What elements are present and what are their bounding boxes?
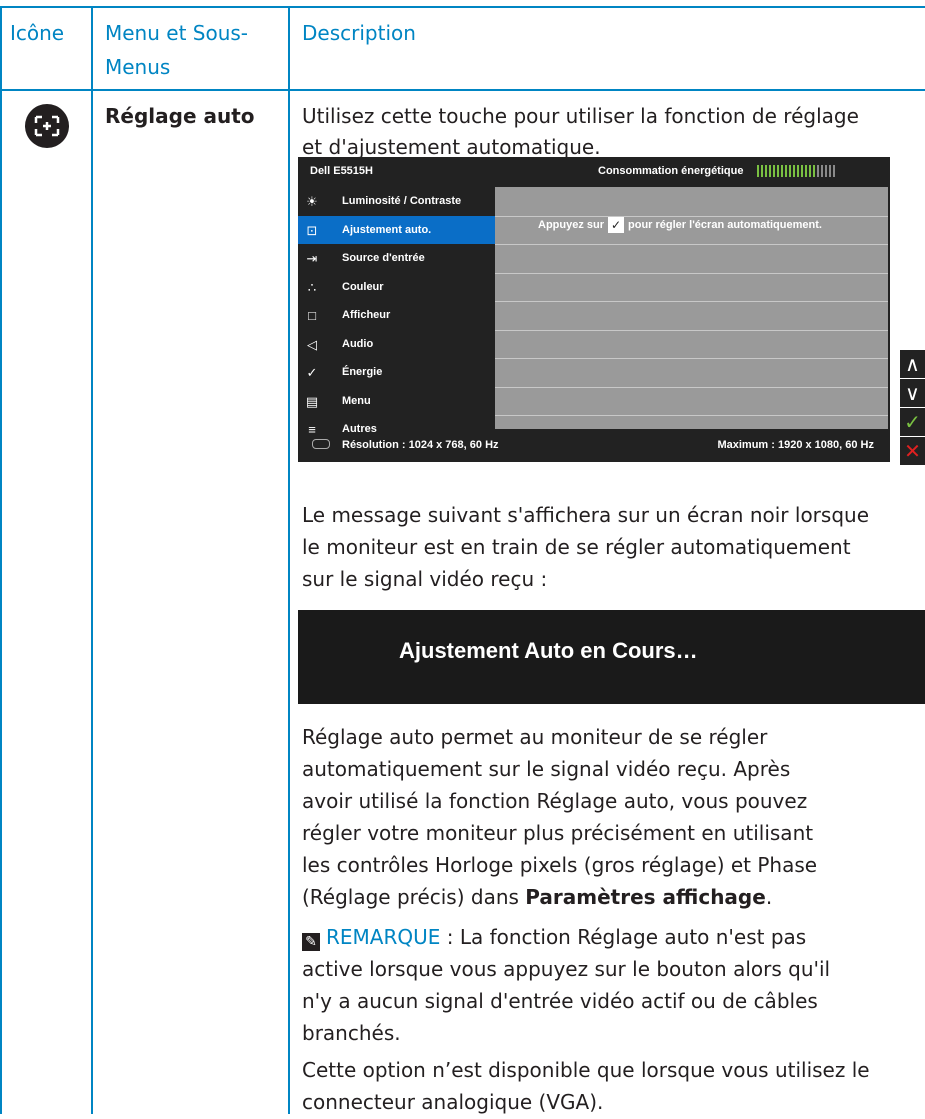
energy-bar-segment (773, 165, 775, 177)
message-text: Le message suivant s'affichera sur un éc… (302, 503, 869, 527)
osd-menu-item-label: Énergie (342, 366, 383, 378)
maximum-text: Maximum : 1920 x 1080, 60 Hz (717, 439, 874, 451)
osd-menu-item[interactable]: ⊡ Ajustement auto. (298, 215, 495, 244)
energy-bar-segment (777, 165, 779, 177)
energy-bar-segment (821, 165, 823, 177)
osd-panel-message: Appuyez sur ✓ pour régler l'écran automati… (538, 217, 822, 233)
message-box-text: Ajustement Auto en Cours… (399, 638, 698, 663)
osd-menu-item-label: Ajustement auto. (342, 223, 432, 236)
energy-bar-segment (781, 165, 783, 177)
osd-menu-item-label: Luminosité / Contraste (342, 195, 462, 207)
energy-bar-segment (757, 165, 759, 177)
osd-menu-item[interactable]: ≡ Autres (298, 415, 495, 444)
energy-bar-segment (801, 165, 803, 177)
energy-bar-segment (817, 165, 819, 177)
intro-text: Utilisez cette touche pour utiliser la f… (302, 104, 859, 128)
table-header-border (0, 89, 925, 91)
osd-panel-divider (495, 215, 888, 217)
note-text: ✎ REMARQUE : La fonction Réglage auto n'e… (302, 920, 806, 954)
energy-bar-segment (765, 165, 767, 177)
energy-bar-segment (789, 165, 791, 177)
message-text: le moniteur est en train de se régler au… (302, 535, 851, 559)
osd-menu-item-label: Source d'entrée (342, 252, 425, 264)
osd-panel-divider (495, 358, 888, 359)
check-icon: ✓ (608, 217, 625, 233)
brightness-icon: ☀ (306, 194, 318, 209)
close-icon[interactable]: ✕ (900, 437, 925, 465)
osd-panel-divider (495, 301, 888, 302)
osd-menu-item-label: Couleur (342, 280, 384, 293)
paragraph-text: Réglage auto permet au moniteur de se ré… (302, 725, 768, 749)
paragraph-text: avoir utilisé la fonction Réglage auto, … (302, 789, 808, 813)
osd-menu-item-label: Autres (342, 423, 377, 435)
energy-leaf-icon: ✓ (306, 365, 318, 380)
speaker-icon: ◁ (307, 336, 317, 352)
menu-label: Réglage auto (105, 104, 255, 128)
energy-bar-segment (825, 165, 827, 177)
energy-bar-segment (761, 165, 763, 177)
color-icon: ∴ (307, 279, 317, 295)
osd-energy-label: Consommation énergétique (598, 165, 744, 177)
energy-bar-segment (769, 165, 771, 177)
column-divider (288, 6, 290, 1114)
header-menu-cont: Menus (105, 55, 171, 79)
osd-menu-item[interactable]: ▤ Menu (298, 387, 495, 416)
paragraph-text: les contrôles Horloge pixels (gros régla… (302, 853, 818, 877)
osd-panel-divider (495, 415, 888, 416)
black-screen-message: Ajustement Auto en Cours… (298, 610, 925, 704)
input-source-icon: ⇥ (306, 251, 318, 266)
osd-panel-divider (495, 329, 888, 331)
others-icon: ≡ (308, 422, 316, 437)
settings-link-text: Paramètres affichage (525, 885, 766, 909)
osd-menu-item-label: Audio (342, 337, 374, 350)
chevron-up-icon[interactable]: ∧ (900, 350, 925, 378)
osd-panel-divider (495, 272, 888, 274)
energy-bar-segment (813, 165, 815, 177)
energy-bar-segment (785, 165, 787, 177)
osd-menu-item[interactable]: ✓ Énergie (298, 358, 495, 387)
paragraph-text: automatiquement sur le signal vidéo reçu… (302, 757, 791, 781)
osd-panel-divider (495, 244, 888, 245)
menu-icon: ▤ (305, 393, 319, 409)
note-pencil-icon: ✎ (302, 933, 320, 951)
note-text: branchés. (302, 1021, 401, 1045)
header-description: Description (302, 21, 416, 45)
osd-menu: Dell E5515H Consommation énergétique App… (298, 157, 890, 462)
osd-menu-item[interactable]: ☀ Luminosité / Contraste (298, 187, 495, 216)
osd-panel-divider (495, 386, 888, 388)
header-icon: Icône (10, 21, 65, 45)
chevron-down-icon[interactable]: ∨ (900, 379, 925, 407)
energy-meter (757, 165, 835, 177)
header-menu: Menu et Sous- (105, 21, 249, 45)
column-divider (0, 6, 2, 1114)
paragraph-text: (Réglage précis) dans Paramètres afficha… (302, 885, 773, 909)
settings-table: Icône Menu et Sous- Menus Description Ré… (0, 0, 925, 1114)
energy-bar-segment (833, 165, 835, 177)
osd-menu-item[interactable]: ∴ Couleur (298, 273, 495, 302)
osd-model: Dell E5515H (310, 165, 373, 177)
osd-menu-item[interactable]: □ Afficheur (298, 301, 495, 330)
check-icon[interactable]: ✓ (900, 408, 925, 436)
energy-bar-segment (797, 165, 799, 177)
note-label: REMARQUE (326, 925, 441, 949)
message-text: sur le signal vidéo reçu : (302, 567, 548, 591)
energy-bar-segment (793, 165, 795, 177)
note-text: n'y a aucun signal d'entrée vidéo actif … (302, 989, 818, 1013)
energy-bar-segment (829, 165, 831, 177)
osd-menu-item[interactable]: ⇥ Source d'entrée (298, 244, 495, 273)
note-text: active lorsque vous appuyez sur le bouto… (302, 957, 831, 981)
paragraph-text: régler votre moniteur plus précisément e… (302, 821, 814, 845)
vga-note-text: Cette option n’est disponible que lorsqu… (302, 1058, 870, 1082)
auto-adjust-icon (25, 104, 69, 148)
table-top-border (0, 6, 925, 8)
osd-menu-item-label: Afficheur (342, 309, 391, 321)
osd-menu-item-label: Menu (342, 394, 371, 407)
osd-menu-item[interactable]: ◁ Audio (298, 330, 495, 359)
energy-bar-segment (809, 165, 811, 177)
column-divider (91, 6, 93, 1114)
auto-adjust-icon: ⊡ (306, 222, 318, 238)
display-icon: □ (308, 308, 316, 323)
energy-bar-segment (805, 165, 807, 177)
